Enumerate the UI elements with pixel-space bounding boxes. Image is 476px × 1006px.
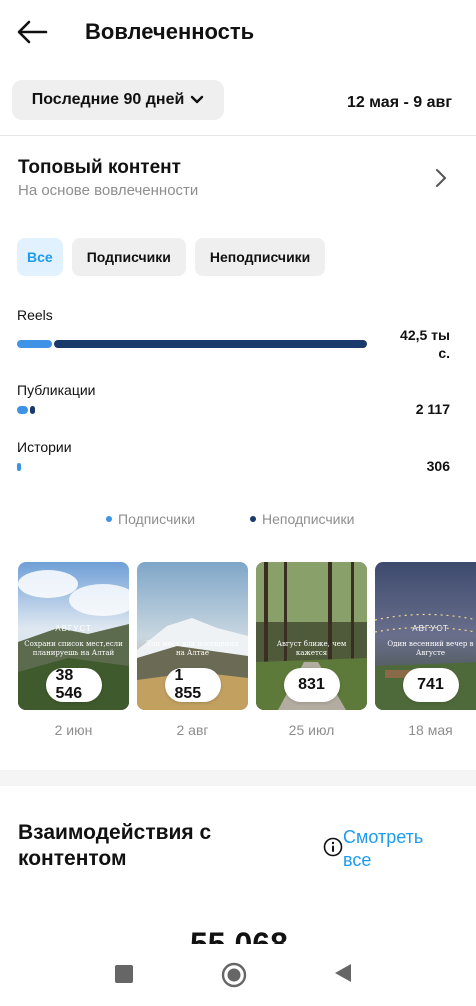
bar-segment-subscribers <box>17 463 21 471</box>
chip-subscribers[interactable]: Подписчики <box>71 238 186 276</box>
legend-label-non-subscribers: Неподписчики <box>262 511 355 527</box>
card-overlay-text: Топ мест для посещения на Алтае <box>146 640 239 657</box>
chevron-right-icon[interactable] <box>434 167 448 189</box>
metric-value-reels-line1: 42,5 ты <box>400 327 450 343</box>
metric-label-posts: Публикации <box>17 382 96 398</box>
card-count: 38 546 <box>45 667 102 702</box>
card-brand-text: АВГУСТ <box>55 624 92 633</box>
back-arrow-icon[interactable] <box>16 18 48 46</box>
metric-bar-posts <box>17 406 367 414</box>
period-dropdown[interactable]: Последние 90 дней <box>12 80 224 120</box>
home-circle-icon[interactable] <box>221 962 247 988</box>
card-date: 25 июл <box>288 722 335 738</box>
legend-dot-subscribers <box>106 516 112 522</box>
chip-all[interactable]: Все <box>17 238 63 276</box>
chip-non-subscribers[interactable]: Неподписчики <box>194 238 326 276</box>
back-triangle-icon[interactable] <box>334 963 352 983</box>
metric-value-stories: 306 <box>426 458 450 474</box>
card-date: 18 мая <box>408 722 453 738</box>
card-overlay-text: Один весенний вечер в Августе <box>387 640 474 657</box>
date-range: 12 мая - 9 авг <box>346 94 452 111</box>
see-all-link[interactable]: Смотреть все <box>343 826 453 871</box>
top-content-carousel: АВГУСТ Сохрани список мест,если планируе… <box>18 562 476 712</box>
card-count: 831 <box>283 668 340 702</box>
section-title: Топовый контент <box>18 157 181 178</box>
section-subtitle: На основе вовлеченности <box>18 182 199 199</box>
legend-item-subscribers: Подписчики <box>106 511 195 527</box>
interactions-total: 55 068 <box>190 928 288 944</box>
divider <box>0 135 476 136</box>
card-count: 1 855 <box>164 667 221 702</box>
metric-value-reels: 42,5 ты с. <box>400 326 450 362</box>
metric-bar-reels <box>17 340 367 348</box>
interactions-title: Взаимодействия с контентом <box>18 821 212 871</box>
bar-segment-subscribers <box>17 340 52 348</box>
content-card[interactable]: Август ближе, чем кажется 831 <box>256 562 367 710</box>
audience-filter-chips: Все Подписчики Неподписчики <box>17 238 326 276</box>
content-card[interactable]: Топ мест для посещения на Алтае 1 855 <box>137 562 248 710</box>
metric-label-stories: Истории <box>17 439 72 455</box>
bar-segment-non-subscribers <box>54 340 367 348</box>
card-date: 2 авг <box>176 722 209 738</box>
metric-value-posts: 2 117 <box>415 401 450 417</box>
legend-dot-non-subscribers <box>250 516 256 522</box>
page-title: Вовлеченность <box>85 19 255 44</box>
card-date: 2 июн <box>54 722 93 738</box>
card-overlay-text: Сохрани список мест,если планируешь на А… <box>24 640 123 657</box>
section-separator <box>0 770 476 786</box>
content-card[interactable]: АВГУСТ Сохрани список мест,если планируе… <box>18 562 129 710</box>
legend-item-non-subscribers: Неподписчики <box>250 511 354 527</box>
system-navigation-bar <box>0 944 476 1006</box>
top-app-bar: Вовлеченность <box>0 0 476 66</box>
bar-segment-subscribers <box>17 406 28 414</box>
period-label: Последние 90 дней <box>31 91 185 108</box>
chevron-down-icon <box>191 95 204 104</box>
metric-value-reels-line2: с. <box>438 345 450 361</box>
card-brand-text: АВГУСТ <box>412 624 449 633</box>
card-overlay-text: Август ближе, чем кажется <box>276 640 347 657</box>
info-icon[interactable] <box>323 837 343 857</box>
recents-square-icon[interactable] <box>115 965 133 983</box>
card-count: 741 <box>402 668 459 702</box>
metric-label-reels: Reels <box>17 307 53 323</box>
legend-label-subscribers: Подписчики <box>118 511 196 527</box>
content-card[interactable]: АВГУСТ Один весенний вечер в Августе 741 <box>375 562 476 710</box>
metric-bar-stories <box>17 463 367 471</box>
bar-segment-non-subscribers <box>30 406 35 414</box>
